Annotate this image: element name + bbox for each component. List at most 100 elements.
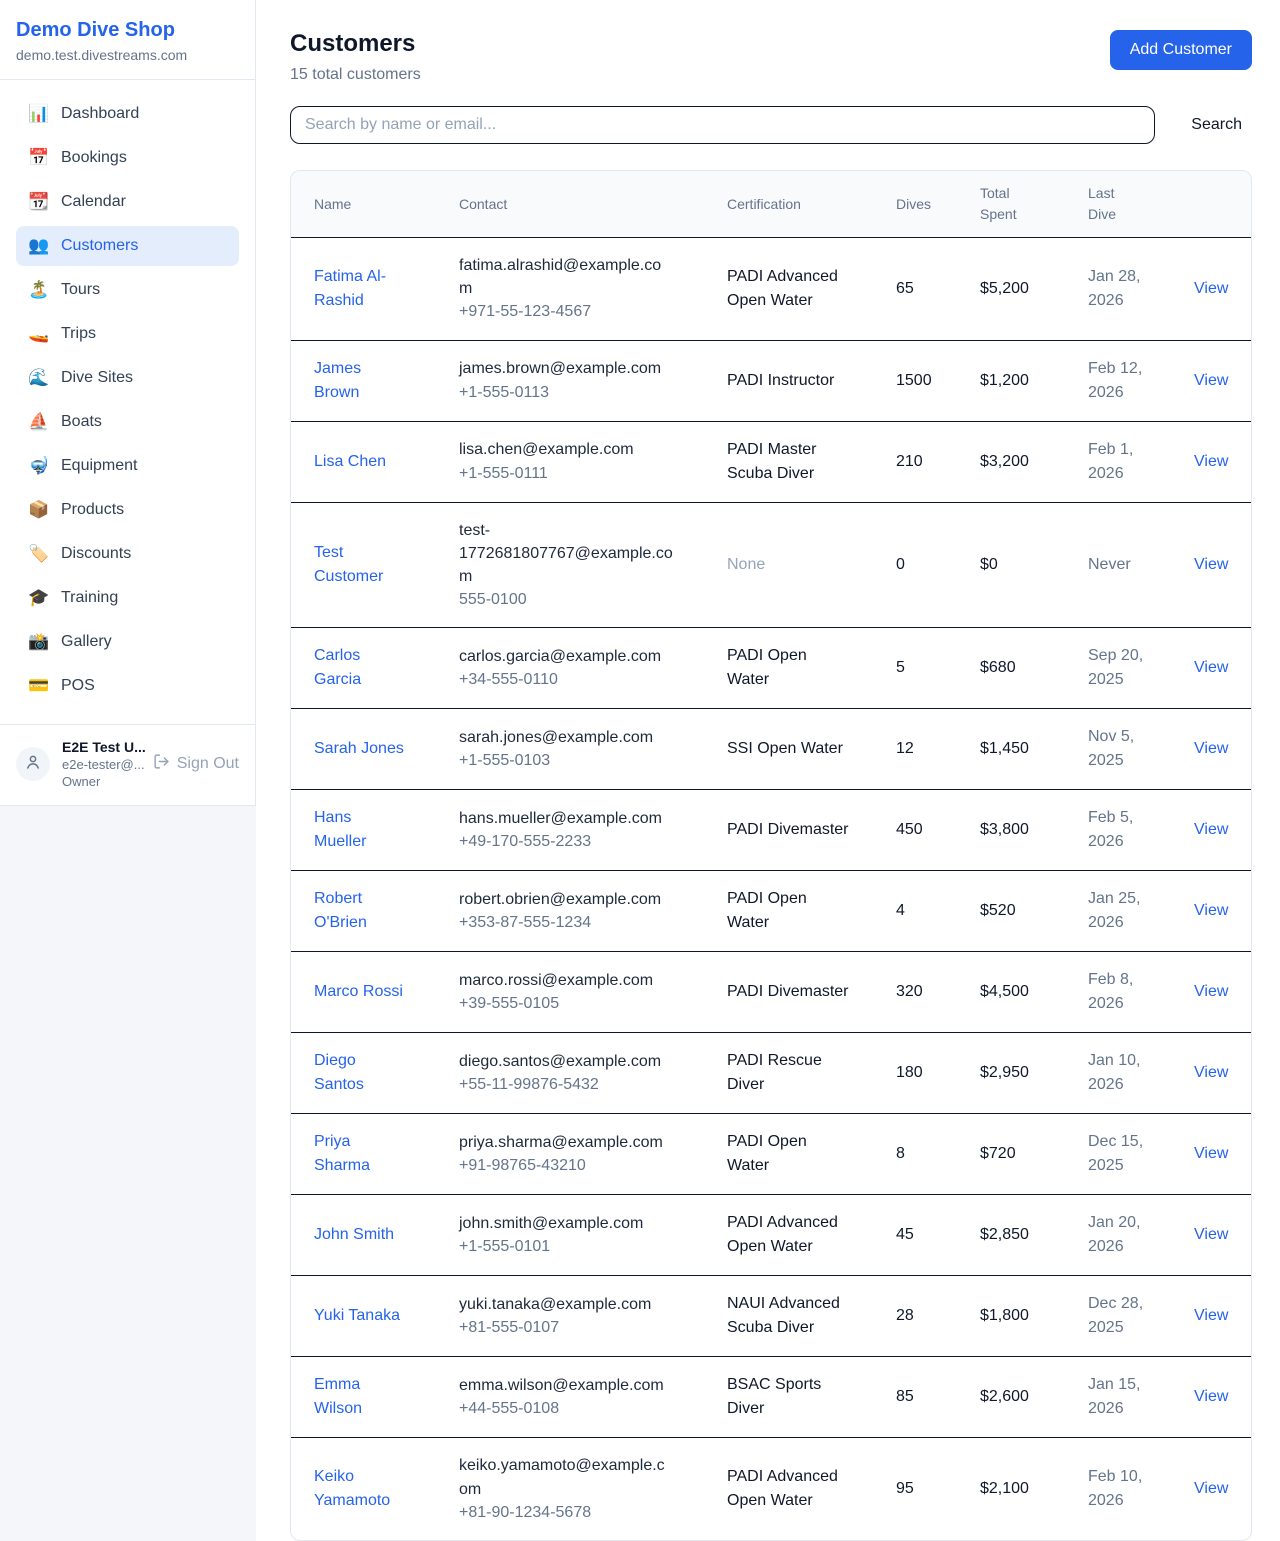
sidebar-column: Demo Dive Shop demo.test.divestreams.com… xyxy=(0,0,256,806)
view-customer-link[interactable]: View xyxy=(1194,902,1228,920)
sidebar-item-dive-sites[interactable]: 🌊 Dive Sites xyxy=(16,358,239,398)
customer-dives: 1500 xyxy=(896,372,932,390)
customer-contact: sarah.jones@example.com +1-555-0103 xyxy=(459,726,653,772)
sidebar-item-boats[interactable]: ⛵ Boats xyxy=(16,402,239,442)
bar-chart-icon: 📊 xyxy=(28,104,48,124)
customer-contact: marco.rossi@example.com +39-555-0105 xyxy=(459,969,653,1015)
customer-count: 15 total customers xyxy=(290,66,421,84)
view-customer-link[interactable]: View xyxy=(1194,1064,1228,1082)
customer-dives: 210 xyxy=(896,453,923,471)
view-customer-link[interactable]: View xyxy=(1194,372,1228,390)
view-customer-link[interactable]: View xyxy=(1194,659,1228,677)
search-bar: Search xyxy=(290,106,1252,144)
tear-off-calendar-icon: 📆 xyxy=(28,192,48,212)
view-customer-link[interactable]: View xyxy=(1194,453,1228,471)
sidebar-item-trips[interactable]: 🚤 Trips xyxy=(16,314,239,354)
sign-out-label: Sign Out xyxy=(177,755,239,773)
sidebar-item-gallery[interactable]: 📸 Gallery xyxy=(16,622,239,662)
shop-domain: demo.test.divestreams.com xyxy=(16,47,239,63)
view-customer-link[interactable]: View xyxy=(1194,1388,1228,1406)
view-customer-link[interactable]: View xyxy=(1194,1480,1228,1498)
customer-name-link[interactable]: John Smith xyxy=(314,1223,394,1247)
customer-contact: emma.wilson@example.com +44-555-0108 xyxy=(459,1374,664,1420)
customer-name-link[interactable]: Yuki Tanaka xyxy=(314,1304,400,1328)
sidebar-item-calendar[interactable]: 📆 Calendar xyxy=(16,182,239,222)
sidebar-item-discounts[interactable]: 🏷️ Discounts xyxy=(16,534,239,574)
customer-dives: 95 xyxy=(896,1480,914,1498)
table-row: Yuki Tanaka yuki.tanaka@example.com +81-… xyxy=(291,1276,1251,1357)
customer-name-link[interactable]: Hans Mueller xyxy=(314,806,406,854)
customer-last-dive: Feb 8, 2026 xyxy=(1088,968,1152,1016)
customer-total-spent: $4,500 xyxy=(980,983,1029,1001)
view-customer-link[interactable]: View xyxy=(1194,821,1228,839)
customer-phone: +49-170-555-2233 xyxy=(459,830,662,853)
user-name: E2E Test U... xyxy=(62,739,141,755)
customer-total-spent: $3,200 xyxy=(980,453,1029,471)
customer-name-link[interactable]: Sarah Jones xyxy=(314,737,404,761)
user-box: E2E Test U... e2e-tester@... Owner Sign … xyxy=(0,724,255,805)
column-header-total-spent: Total Spent xyxy=(980,171,1088,237)
view-customer-link[interactable]: View xyxy=(1194,740,1228,758)
user-avatar-icon xyxy=(24,753,42,776)
view-customer-link[interactable]: View xyxy=(1194,556,1228,574)
customer-certification: PADI Open Water xyxy=(727,644,851,692)
sidebar-item-pos[interactable]: 💳 POS xyxy=(16,666,239,706)
customer-email: diego.santos@example.com xyxy=(459,1050,661,1073)
view-customer-link[interactable]: View xyxy=(1194,1307,1228,1325)
desert-island-icon: 🏝️ xyxy=(28,280,48,300)
customer-name-link[interactable]: Diego Santos xyxy=(314,1049,406,1097)
calendar-icon: 📅 xyxy=(28,148,48,168)
add-customer-button[interactable]: Add Customer xyxy=(1110,30,1252,70)
column-header-dives: Dives xyxy=(896,171,980,237)
customer-name-link[interactable]: Lisa Chen xyxy=(314,450,386,474)
sidebar-nav: 📊 Dashboard 📅 Bookings 📆 Calendar 👥 Cust… xyxy=(0,80,255,724)
table-row: Fatima Al-Rashid fatima.alrashid@example… xyxy=(291,238,1251,341)
customer-last-dive: Nov 5, 2025 xyxy=(1088,725,1152,773)
view-customer-link[interactable]: View xyxy=(1194,280,1228,298)
customer-name-link[interactable]: Robert O'Brien xyxy=(314,887,406,935)
customer-name-link[interactable]: Carlos Garcia xyxy=(314,644,406,692)
customer-dives: 28 xyxy=(896,1307,914,1325)
table-row: Emma Wilson emma.wilson@example.com +44-… xyxy=(291,1357,1251,1438)
customer-name-link[interactable]: Test Customer xyxy=(314,541,406,589)
table-row: Keiko Yamamoto keiko.yamamoto@example.co… xyxy=(291,1438,1251,1540)
search-button[interactable]: Search xyxy=(1181,110,1252,140)
customer-total-spent: $1,450 xyxy=(980,740,1029,758)
customer-phone: +1-555-0101 xyxy=(459,1235,643,1258)
customer-phone: +1-555-0103 xyxy=(459,749,653,772)
camera-flash-icon: 📸 xyxy=(28,632,48,652)
sidebar-item-products[interactable]: 📦 Products xyxy=(16,490,239,530)
customer-name-link[interactable]: Marco Rossi xyxy=(314,980,403,1004)
sidebar-item-bookings[interactable]: 📅 Bookings xyxy=(16,138,239,178)
customer-certification: PADI Open Water xyxy=(727,1130,851,1178)
customer-phone: +44-555-0108 xyxy=(459,1397,664,1420)
customer-name-link[interactable]: James Brown xyxy=(314,357,406,405)
customer-last-dive: Jan 25, 2026 xyxy=(1088,887,1152,935)
page-title: Customers xyxy=(290,30,421,58)
sidebar-item-equipment[interactable]: 🤿 Equipment xyxy=(16,446,239,486)
sidebar-item-training[interactable]: 🎓 Training xyxy=(16,578,239,618)
customer-email: robert.obrien@example.com xyxy=(459,888,661,911)
main-content: Customers 15 total customers Add Custome… xyxy=(256,0,1280,1541)
sidebar-item-dashboard[interactable]: 📊 Dashboard xyxy=(16,94,239,134)
search-input[interactable] xyxy=(290,106,1155,144)
customer-name-link[interactable]: Fatima Al-Rashid xyxy=(314,265,406,313)
table-body: Fatima Al-Rashid fatima.alrashid@example… xyxy=(291,238,1251,1540)
people-icon: 👥 xyxy=(28,236,48,256)
customer-name-link[interactable]: Priya Sharma xyxy=(314,1130,406,1178)
customer-last-dive: Sep 20, 2025 xyxy=(1088,644,1152,692)
view-customer-link[interactable]: View xyxy=(1194,1226,1228,1244)
customer-email: hans.mueller@example.com xyxy=(459,807,662,830)
customer-name-link[interactable]: Keiko Yamamoto xyxy=(314,1465,406,1513)
customer-dives: 180 xyxy=(896,1064,923,1082)
table-row: Diego Santos diego.santos@example.com +5… xyxy=(291,1033,1251,1114)
user-role: Owner xyxy=(62,774,141,789)
customer-name-link[interactable]: Emma Wilson xyxy=(314,1373,406,1421)
customer-phone: +91-98765-43210 xyxy=(459,1154,663,1177)
sidebar-item-customers[interactable]: 👥 Customers xyxy=(16,226,239,266)
view-customer-link[interactable]: View xyxy=(1194,983,1228,1001)
column-header-last-dive: Last Dive xyxy=(1088,171,1194,237)
view-customer-link[interactable]: View xyxy=(1194,1145,1228,1163)
sidebar-item-tours[interactable]: 🏝️ Tours xyxy=(16,270,239,310)
sign-out-button[interactable]: Sign Out xyxy=(153,753,239,775)
